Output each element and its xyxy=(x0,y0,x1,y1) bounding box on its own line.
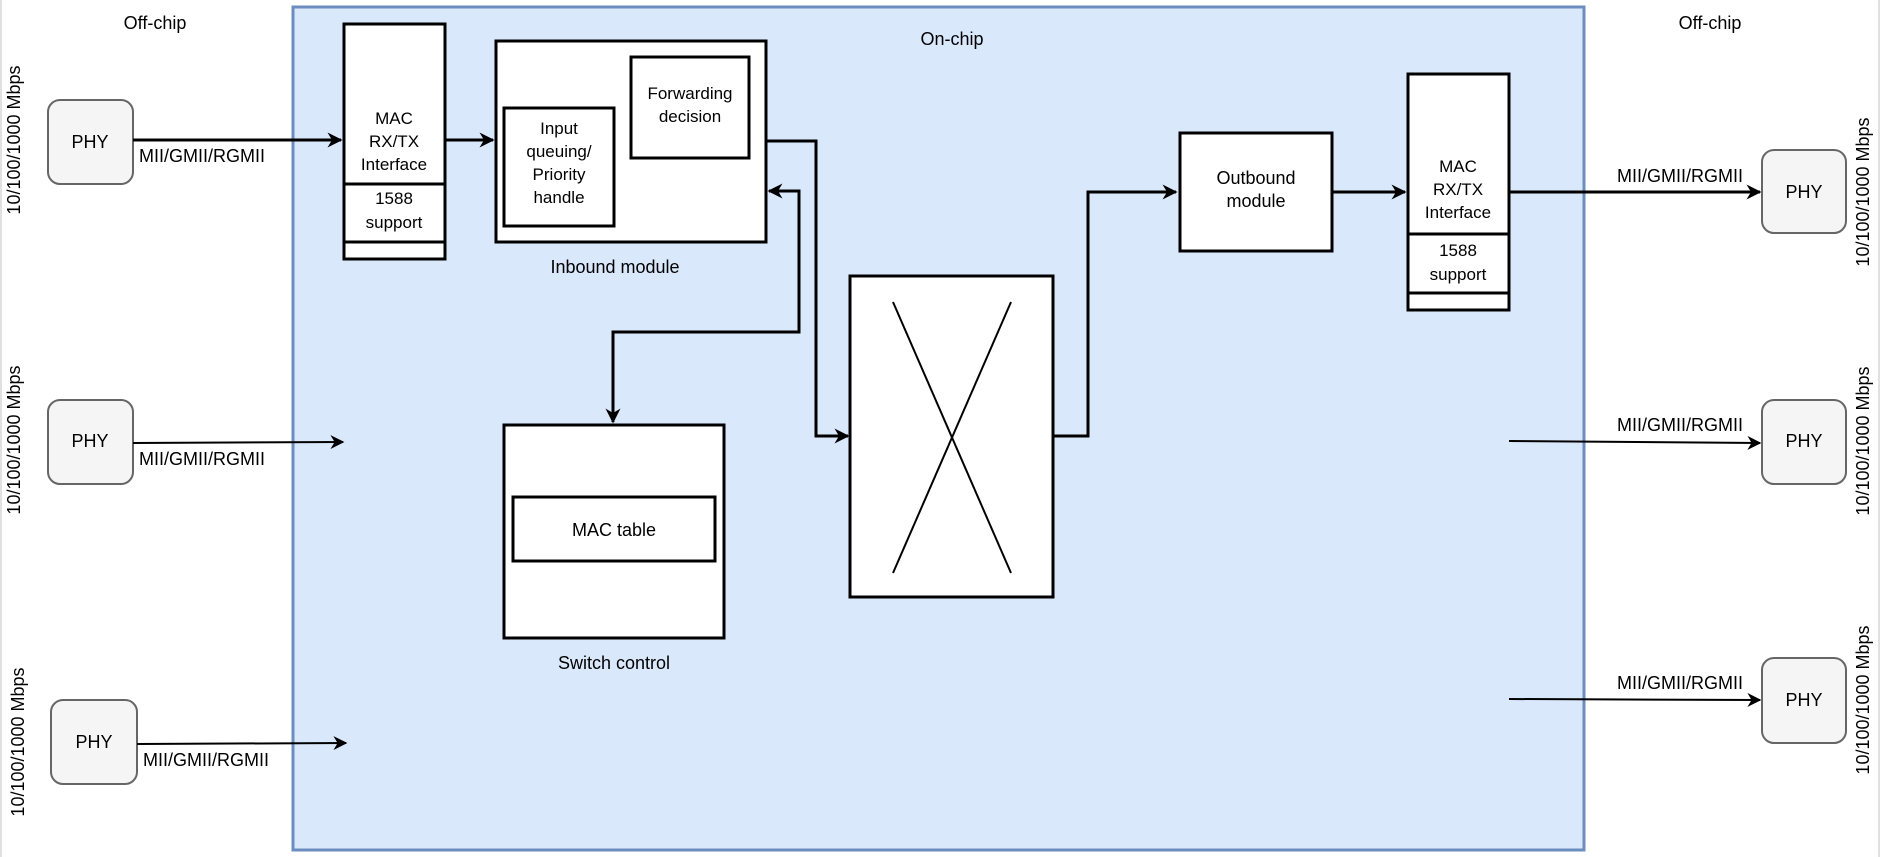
phy-label: PHY xyxy=(1785,182,1822,202)
speed-label: 10/100/1000 Mbps xyxy=(1853,625,1873,774)
outbound-line-2: module xyxy=(1226,191,1285,211)
ptp-1588-line-1: 1588 xyxy=(375,189,413,208)
input-queuing-line-4: handle xyxy=(533,188,584,207)
speed-label: 10/100/1000 Mbps xyxy=(1853,366,1873,515)
mac-rx-tx-interface-out[interactable]: MAC RX/TX Interface 1588 support xyxy=(1406,72,1511,312)
phy-label: PHY xyxy=(71,431,108,451)
forwarding-line-2: decision xyxy=(659,107,721,126)
inbound-module[interactable]: Input queuing/ Priority handle Forwardin… xyxy=(494,39,768,244)
mac-line-3: Interface xyxy=(1425,203,1491,222)
mac-line-2: RX/TX xyxy=(1433,180,1483,199)
ptp-1588-line-2: support xyxy=(1430,265,1487,284)
off-chip-label-left: Off-chip xyxy=(124,13,187,33)
phy-label: PHY xyxy=(1785,690,1822,710)
speed-label: 10/100/1000 Mbps xyxy=(4,65,24,214)
input-queuing-line-1: Input xyxy=(540,119,578,138)
mac-line-2: RX/TX xyxy=(369,132,419,151)
on-chip-label: On-chip xyxy=(920,29,983,49)
forwarding-line-1: Forwarding xyxy=(647,84,732,103)
input-queuing-line-2: queuing/ xyxy=(526,142,592,161)
chip-to-phy-arrow xyxy=(1508,692,1762,707)
speed-label: 10/100/1000 Mbps xyxy=(4,365,24,514)
ptp-1588-line-1: 1588 xyxy=(1439,241,1477,260)
input-queuing-line-3: Priority xyxy=(533,165,586,184)
interface-label: MII/GMII/RGMII xyxy=(139,449,265,469)
interface-label: MII/GMII/RGMII xyxy=(1617,166,1743,186)
interface-label: MII/GMII/RGMII xyxy=(139,146,265,166)
mac-line-1: MAC xyxy=(375,109,413,128)
inbound-module-label: Inbound module xyxy=(550,257,679,277)
outbound-line-1: Outbound xyxy=(1216,168,1295,188)
interface-label: MII/GMII/RGMII xyxy=(1617,673,1743,693)
ptp-1588-line-2: support xyxy=(366,213,423,232)
phy-label: PHY xyxy=(71,132,108,152)
phy-to-chip-arrow xyxy=(136,736,348,751)
speed-label: 10/100/1000 Mbps xyxy=(1853,117,1873,266)
off-chip-label-right: Off-chip xyxy=(1679,13,1742,33)
crossbar-switch[interactable] xyxy=(848,274,1055,599)
mac-rx-tx-interface-in[interactable]: MAC RX/TX Interface 1588 support xyxy=(342,22,447,261)
phy-to-chip-arrow xyxy=(132,435,345,450)
outbound-module[interactable]: Outbound module xyxy=(1178,131,1334,253)
phy-label: PHY xyxy=(75,732,112,752)
interface-label: MII/GMII/RGMII xyxy=(143,750,269,770)
speed-label: 10/100/1000 Mbps xyxy=(8,667,28,816)
interface-label: MII/GMII/RGMII xyxy=(1617,415,1743,435)
switch-control[interactable]: MAC table xyxy=(502,423,726,640)
mac-line-1: MAC xyxy=(1439,157,1477,176)
phy-label: PHY xyxy=(1785,431,1822,451)
left-port-1: 10/100/1000 Mbps PHY MII/GMII/RGMII xyxy=(4,65,343,215)
mac-table-label: MAC table xyxy=(572,520,656,540)
block-diagram: On-chip Off-chip Off-chip 10/100/1000 Mb… xyxy=(0,0,1880,857)
switch-control-label: Switch control xyxy=(558,653,670,673)
mac-line-3: Interface xyxy=(361,155,427,174)
